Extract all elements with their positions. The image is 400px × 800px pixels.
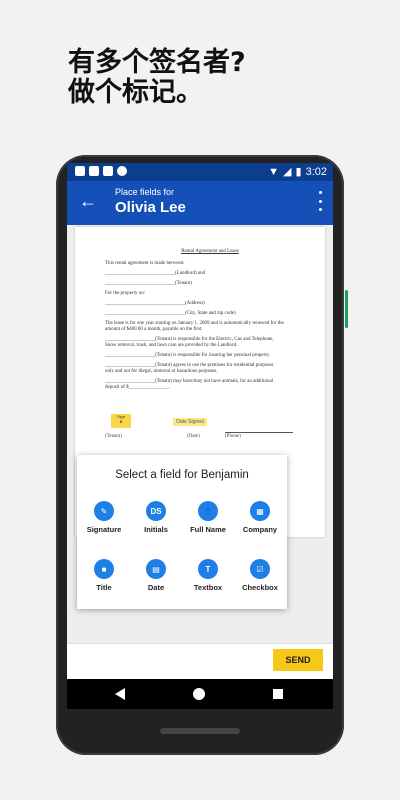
- headline: 有多个签名者? 做个标记。: [68, 48, 246, 108]
- more-options-icon[interactable]: [317, 191, 323, 211]
- building-icon: ▦: [250, 501, 270, 521]
- app-bar-title: Olivia Lee: [115, 199, 186, 216]
- sign-arrow-icon: ⬇: [119, 419, 123, 424]
- sign-here-tag[interactable]: Sign ⬇: [111, 414, 131, 428]
- power-button: [345, 290, 348, 328]
- tenant-sig-label: (Tenant): [105, 434, 122, 439]
- document-line: For the property on:: [105, 291, 146, 296]
- field-signature-button[interactable]: ✎ Signature: [79, 501, 129, 534]
- phone-line: [225, 426, 293, 433]
- field-selector-popup: Select a field for Benjamin ✎ Signature …: [77, 455, 287, 609]
- field-label: Title: [96, 583, 112, 592]
- battery-icon: ▮: [295, 166, 302, 178]
- calendar-icon: ▤: [146, 559, 166, 579]
- field-initials-button[interactable]: DS Initials: [131, 501, 181, 534]
- document-area[interactable]: Rental Agreement and Lease This rental a…: [67, 225, 333, 643]
- document-line: This rental agreement is made between:: [105, 261, 185, 266]
- field-label: Textbox: [193, 583, 223, 592]
- pen-icon: ✎: [94, 501, 114, 521]
- headline-line-2: 做个标记。: [68, 77, 203, 108]
- document-text: Rental Agreement and Lease This rental a…: [105, 249, 315, 395]
- document-line: amount of $400.00 a month, payable on th…: [105, 327, 203, 332]
- notification-icon: [75, 166, 85, 176]
- bottom-action-bar: SEND: [67, 643, 333, 680]
- field-label: Date: [147, 583, 165, 592]
- status-bar: ▼ ◢ ▮ 3:02: [67, 163, 333, 181]
- document-line: Snow removal, trash, and lawn care are p…: [105, 343, 238, 348]
- popup-title: Select a field for Benjamin: [115, 469, 249, 481]
- checkbox-icon: ☑: [250, 559, 270, 579]
- document-line: ____________________(Tenant) is responsi…: [105, 353, 271, 358]
- field-full-name-button[interactable]: 👤 Full Name: [183, 501, 233, 534]
- photo-icon: [89, 166, 99, 176]
- back-arrow-icon[interactable]: ←: [79, 191, 97, 211]
- document-line: ____________________________(Tenant): [105, 281, 192, 286]
- field-label: Full Name: [190, 525, 226, 534]
- wifi-icon: ▼: [268, 165, 280, 178]
- field-textbox-button[interactable]: T Textbox: [183, 559, 233, 592]
- headline-line-1: 有多个签名者?: [68, 47, 246, 78]
- field-label: Initials: [144, 525, 168, 534]
- nav-back-icon[interactable]: [115, 688, 125, 700]
- date-sig-label: (Date): [187, 434, 200, 439]
- field-label: Checkbox: [242, 583, 278, 592]
- document-line: only and not for illegal, immoral or haz…: [105, 369, 218, 374]
- circle-icon: [117, 166, 127, 176]
- document-line: deposit of $________________.: [105, 385, 170, 390]
- android-nav-bar: [67, 679, 333, 709]
- app-bar-subtitle: Place fields for: [115, 187, 175, 197]
- document-line: ________________________________(Address…: [105, 301, 205, 306]
- phone-screen: ▼ ◢ ▮ 3:02 ← Place fields for Olivia Lee…: [67, 163, 333, 709]
- field-date-button[interactable]: ▤ Date: [131, 559, 181, 592]
- person-icon: 👤: [198, 501, 218, 521]
- field-label: Company: [242, 525, 278, 534]
- document-title: Rental Agreement and Lease: [181, 249, 239, 254]
- signal-icon: ◢: [283, 166, 292, 178]
- date-signed-field[interactable]: Date Signed: [173, 418, 207, 426]
- document-line: ________________________________(City, S…: [105, 311, 236, 316]
- briefcase-icon: ■: [94, 559, 114, 579]
- field-checkbox-button[interactable]: ☑ Checkbox: [235, 559, 285, 592]
- initials-icon: DS: [146, 501, 166, 521]
- text-icon: T: [198, 559, 218, 579]
- field-label: Signature: [86, 525, 122, 534]
- document-line: ____________________________(Landlord) a…: [105, 271, 206, 276]
- phone-sig-label: (Phone): [225, 434, 241, 439]
- sd-card-icon: [103, 166, 113, 176]
- nav-home-icon[interactable]: [193, 688, 205, 700]
- field-company-button[interactable]: ▦ Company: [235, 501, 285, 534]
- nav-recents-icon[interactable]: [273, 689, 283, 699]
- app-bar: ← Place fields for Olivia Lee: [67, 181, 333, 225]
- speaker-grille: [160, 728, 240, 734]
- send-button[interactable]: SEND: [273, 649, 323, 671]
- field-title-button[interactable]: ■ Title: [79, 559, 129, 592]
- status-time: 3:02: [305, 165, 327, 178]
